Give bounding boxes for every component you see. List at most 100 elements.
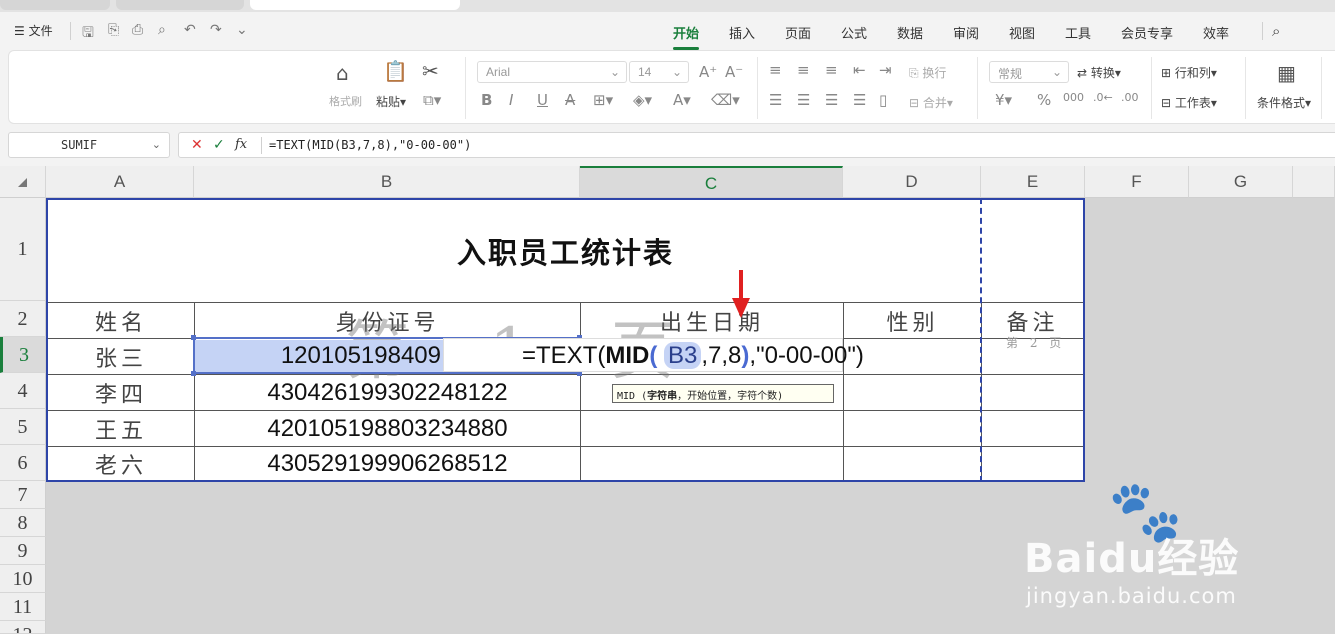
clear-format-icon[interactable]: ⌫▾ — [711, 91, 740, 109]
range-handle[interactable] — [191, 371, 196, 376]
header-cell-name[interactable]: 姓名 — [48, 303, 195, 339]
cancel-icon[interactable]: ✕ — [191, 137, 203, 153]
tab-efficiency[interactable]: 效率 — [1203, 23, 1229, 42]
preview-icon[interactable]: ⌕ — [158, 22, 166, 38]
paste-button[interactable]: 粘贴▾ — [376, 93, 406, 110]
window-tab[interactable] — [0, 0, 110, 10]
range-handle[interactable] — [191, 335, 196, 340]
row-header[interactable]: 6 — [0, 445, 46, 481]
table-cell-remarks[interactable] — [982, 447, 1083, 480]
font-name-select[interactable]: Arial ⌄ — [477, 61, 627, 83]
row-col-button[interactable]: ⊞ 行和列▾ — [1161, 64, 1217, 81]
table-cell-birthdate[interactable] — [581, 411, 844, 447]
table-cell-id[interactable]: 430426199302248122 — [195, 375, 581, 411]
more-chevron-icon[interactable]: ⌄ — [236, 22, 248, 38]
table-cell-name[interactable]: 李四 — [48, 375, 195, 411]
table-cell-gender[interactable] — [844, 411, 982, 447]
formula-bar[interactable]: ✕ ✓ fx =TEXT(MID(B3,7,8),"0-00-00") — [178, 132, 1335, 158]
table-cell-birthdate[interactable] — [581, 447, 844, 480]
fill-color-icon[interactable]: ◈▾ — [633, 91, 652, 109]
conditional-format-icon[interactable]: ▦ — [1277, 61, 1296, 85]
row-header[interactable]: 9 — [0, 537, 46, 565]
percent-icon[interactable]: % — [1037, 91, 1051, 109]
tab-member[interactable]: 会员专享 — [1121, 23, 1173, 42]
font-shrink-icon[interactable]: A⁻ — [725, 63, 743, 81]
row-header[interactable]: 1 — [0, 198, 46, 301]
table-cell-id[interactable]: 430529199906268512 — [195, 447, 581, 480]
table-cell-remarks[interactable] — [982, 411, 1083, 447]
formula-input[interactable]: =TEXT(MID(B3,7,8),"0-00-00") — [269, 138, 471, 152]
increase-decimal-icon[interactable]: .0← — [1093, 91, 1113, 104]
align-top-icon[interactable]: ≡ — [769, 61, 782, 79]
tab-formula[interactable]: 公式 — [841, 23, 867, 42]
copy-icon[interactable]: ⧉▾ — [423, 91, 441, 109]
table-cell-gender[interactable] — [844, 339, 982, 375]
share-icon[interactable]: ⎘ — [108, 22, 119, 38]
table-title[interactable]: 入职员工统计表 — [48, 200, 1083, 303]
currency-icon[interactable]: ¥▾ — [995, 91, 1012, 109]
window-tab[interactable] — [116, 0, 244, 10]
chevron-down-icon[interactable]: ⌄ — [152, 138, 161, 151]
font-grow-icon[interactable]: A⁺ — [699, 63, 717, 81]
bold-icon[interactable]: B — [481, 91, 492, 109]
row-header[interactable]: 8 — [0, 509, 46, 537]
table-cell-name[interactable]: 张三 — [48, 339, 195, 375]
cut-icon[interactable]: ✂ — [422, 59, 439, 83]
decrease-decimal-icon[interactable]: .00 — [1121, 91, 1139, 104]
align-center-icon[interactable]: ☰ — [797, 91, 810, 109]
table-cell-remarks[interactable] — [982, 375, 1083, 411]
table-cell-gender[interactable] — [844, 447, 982, 480]
tab-home[interactable]: 开始 — [673, 23, 700, 50]
row-header[interactable]: 12 — [0, 621, 46, 634]
tab-review[interactable]: 审阅 — [953, 23, 979, 42]
italic-icon[interactable]: I — [509, 91, 513, 109]
tab-data[interactable]: 数据 — [897, 23, 923, 42]
search-icon[interactable]: ⌕ — [1272, 22, 1280, 40]
wrap-text-button[interactable]: ⎘ 换行 — [909, 64, 946, 81]
column-header[interactable]: E — [981, 166, 1085, 198]
tab-insert[interactable]: 插入 — [729, 23, 755, 42]
convert-button[interactable]: ⇄ 转换▾ — [1077, 64, 1121, 81]
align-bottom-icon[interactable]: ≡ — [825, 61, 838, 79]
strikethrough-icon[interactable]: A — [565, 91, 575, 109]
align-right-icon[interactable]: ☰ — [825, 91, 838, 109]
table-cell-name[interactable]: 王五 — [48, 411, 195, 447]
header-cell-birthdate[interactable]: 出生日期 — [581, 303, 844, 339]
tab-tools[interactable]: 工具 — [1065, 23, 1091, 42]
cell-editor[interactable]: =TEXT(MID( B3,7,8),"0-00-00") — [443, 338, 864, 372]
tab-page[interactable]: 页面 — [785, 23, 811, 42]
row-header[interactable]: 4 — [0, 373, 46, 409]
insert-function-icon[interactable]: fx — [235, 137, 247, 152]
column-header[interactable]: F — [1085, 166, 1189, 198]
row-header[interactable]: 7 — [0, 481, 46, 509]
table-cell-gender[interactable] — [844, 375, 982, 411]
row-header[interactable]: 11 — [0, 593, 46, 621]
undo-icon[interactable]: ↶ — [184, 22, 196, 38]
print-icon[interactable]: ⎙ — [132, 22, 143, 38]
redo-icon[interactable]: ↷ — [210, 22, 222, 38]
border-icon[interactable]: ⊞▾ — [593, 91, 613, 109]
confirm-icon[interactable]: ✓ — [213, 137, 225, 153]
column-header[interactable]: B — [194, 166, 580, 198]
table-cell-id[interactable]: 420105198803234880 — [195, 411, 581, 447]
column-header[interactable]: A — [46, 166, 194, 198]
number-format-select[interactable]: 常规 ⌄ — [989, 61, 1069, 83]
header-cell-gender[interactable]: 性别 — [844, 303, 982, 339]
justify-icon[interactable]: ☰ — [853, 91, 866, 109]
format-painter-icon[interactable]: ⌂ — [336, 61, 349, 85]
align-left-icon[interactable]: ☰ — [769, 91, 782, 109]
column-header[interactable]: D — [843, 166, 981, 198]
worksheet-button[interactable]: ⊟ 工作表▾ — [1161, 94, 1217, 111]
header-cell-id[interactable]: 身份证号 — [195, 303, 581, 339]
tab-view[interactable]: 视图 — [1009, 23, 1035, 42]
indent-decrease-icon[interactable]: ⇤ — [853, 61, 866, 79]
column-header-selected[interactable]: C — [580, 166, 843, 198]
name-box[interactable]: SUMIF ⌄ — [8, 132, 170, 158]
column-header[interactable]: G — [1189, 166, 1293, 198]
font-color-icon[interactable]: A▾ — [673, 91, 691, 109]
window-tab-active[interactable] — [250, 0, 460, 10]
align-middle-icon[interactable]: ≡ — [797, 61, 810, 79]
merge-button[interactable]: ⊟ 合并▾ — [909, 94, 953, 111]
save-icon[interactable]: 🖫 — [82, 22, 94, 46]
select-all-corner[interactable] — [0, 166, 46, 198]
